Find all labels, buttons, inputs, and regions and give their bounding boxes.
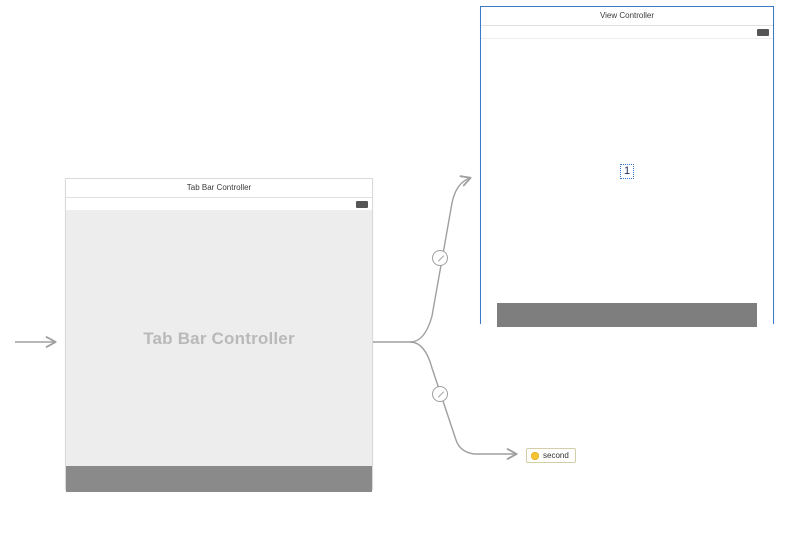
tab-bar — [481, 303, 773, 327]
status-bar — [481, 26, 773, 39]
scene-title: View Controller — [481, 7, 773, 26]
status-bar — [66, 198, 372, 211]
battery-icon — [356, 201, 368, 208]
tab-bar — [66, 466, 372, 492]
storyboard-canvas[interactable]: Tab Bar Controller Tab Bar Controller Vi… — [0, 0, 797, 538]
tab-bar-controller-scene[interactable]: Tab Bar Controller Tab Bar Controller — [65, 178, 373, 490]
reference-dot-icon — [531, 452, 539, 460]
scene-content: Tab Bar Controller — [66, 211, 372, 466]
view-controller-scene[interactable]: View Controller 1 — [480, 6, 774, 324]
scene-content[interactable]: 1 — [481, 39, 773, 303]
storyboard-reference[interactable]: second — [526, 448, 576, 463]
reference-label: second — [543, 451, 569, 460]
segue-badge-icon[interactable] — [432, 386, 448, 402]
center-label[interactable]: 1 — [620, 164, 634, 179]
segue-badge-icon[interactable] — [432, 250, 448, 266]
scene-title: Tab Bar Controller — [66, 179, 372, 198]
battery-icon — [757, 29, 769, 36]
controller-watermark: Tab Bar Controller — [143, 329, 295, 349]
